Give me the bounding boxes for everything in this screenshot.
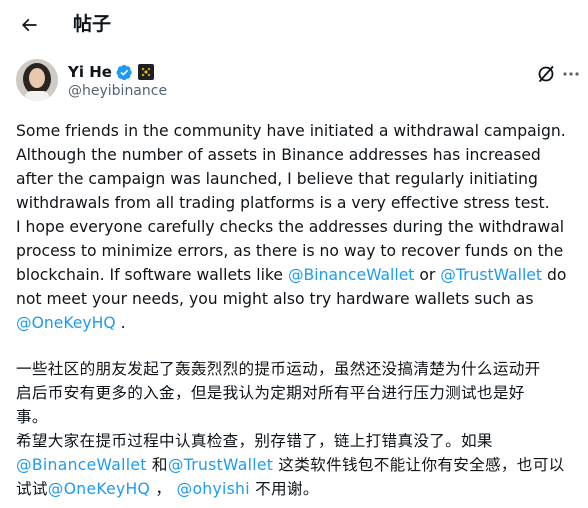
post-text-line: @OneKeyHQ . <box>16 311 126 335</box>
text-segment: 这类软件钱包不能让你有安全感，也可以 <box>273 456 565 474</box>
more-options-button[interactable] <box>561 64 581 84</box>
post-text-line: 希望大家在提币过程中认真检查，别存错了，链上打错真没了。如果 <box>16 432 493 450</box>
top-bar: 帖子 <box>0 0 588 48</box>
mention-onekeyhq[interactable]: @OneKeyHQ <box>16 314 116 332</box>
page-title: 帖子 <box>73 13 112 35</box>
binance-logo-icon[interactable] <box>137 64 154 80</box>
author-handle[interactable]: @heyibinance <box>68 83 167 99</box>
arrow-left-icon <box>21 18 37 32</box>
grok-icon <box>538 66 554 82</box>
avatar[interactable] <box>16 59 58 101</box>
author-name-row: Yi He <box>68 62 154 82</box>
post-text-line: 启后币安有更多的入金，但是我认为定期对所有平台进行压力测试也是好 <box>16 384 525 402</box>
grok-button[interactable] <box>536 64 556 84</box>
post-text-line: after the campaign was launched, I belie… <box>16 170 538 188</box>
more-dots-icon <box>563 72 579 76</box>
mention-onekeyhq[interactable]: @OneKeyHQ <box>48 480 150 498</box>
post-text-line: 事。 <box>16 408 48 426</box>
text-segment: . <box>115 314 126 332</box>
verified-badge-icon <box>116 64 133 81</box>
post-text-line: 一些社区的朋友发起了轰轰烈烈的提币运动，虽然还没搞清楚为什么运动开 <box>16 360 541 378</box>
mention-binancewallet[interactable]: @BinanceWallet <box>16 456 147 474</box>
mention-trustwallet[interactable]: @TrustWallet <box>440 266 542 284</box>
text-segment: 试试 <box>16 480 48 498</box>
back-button[interactable] <box>14 10 44 40</box>
mention-trustwallet[interactable]: @TrustWallet <box>168 456 273 474</box>
post-text-line: @BinanceWallet 和@TrustWallet 这类软件钱包不能让你有… <box>16 453 565 477</box>
post-text-line: process to minimize errors, as there is … <box>16 242 564 260</box>
post-text-line: 试试@OneKeyHQ ， @ohyishi 不用谢。 <box>16 477 319 501</box>
mention-ohyishi[interactable]: @ohyishi <box>177 480 250 498</box>
text-segment: 不用谢。 <box>249 480 319 498</box>
post-text-line: blockchain. If software wallets like @Bi… <box>16 263 566 287</box>
post-text-line: withdrawals from all trading platforms i… <box>16 194 550 212</box>
author-name[interactable]: Yi He <box>68 63 112 81</box>
text-segment: or <box>414 266 441 284</box>
post-text-line: I hope everyone carefully checks the add… <box>16 218 565 236</box>
text-segment: blockchain. If software wallets like <box>16 266 288 284</box>
mention-binancewallet[interactable]: @BinanceWallet <box>288 266 414 284</box>
avatar-image <box>16 59 58 101</box>
post-text-line: not meet your needs, you might also try … <box>16 290 534 308</box>
post-text-line: Some friends in the community have initi… <box>16 122 566 140</box>
text-segment: 和 <box>146 456 168 474</box>
text-segment: ， <box>150 480 177 498</box>
text-segment: do <box>542 266 567 284</box>
post-text-line: Although the number of assets in Binance… <box>16 146 541 164</box>
